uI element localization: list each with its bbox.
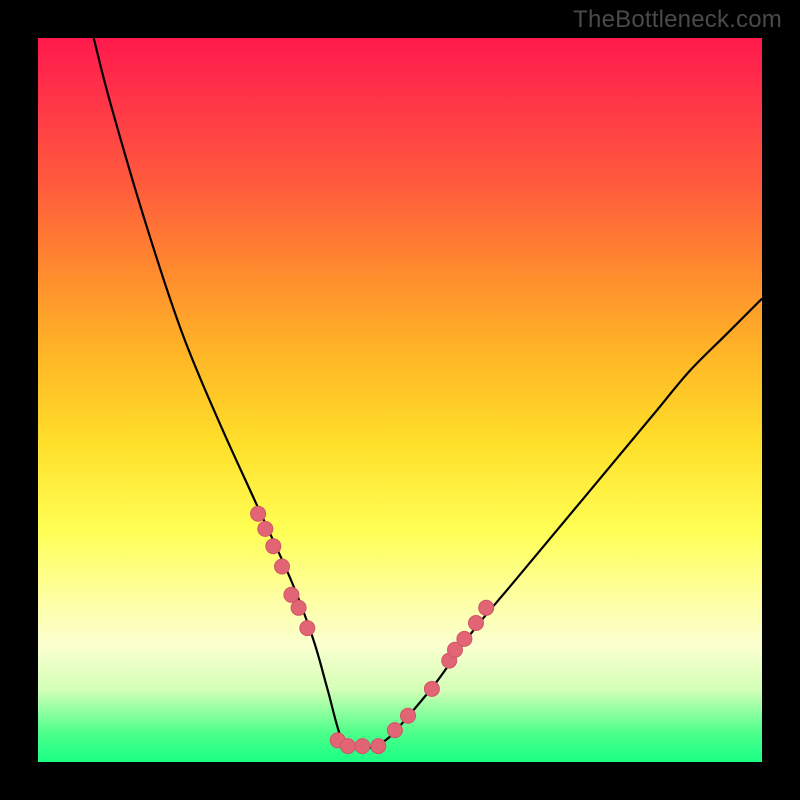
data-marker [266, 539, 281, 554]
data-marker [275, 559, 290, 574]
data-marker [291, 600, 306, 615]
data-marker [284, 587, 299, 602]
watermark-text: TheBottleneck.com [573, 6, 782, 34]
bottleneck-curve [94, 38, 762, 748]
data-marker [371, 739, 386, 754]
data-marker [424, 681, 439, 696]
data-marker [469, 616, 484, 631]
data-marker [387, 723, 402, 738]
data-marker [251, 506, 266, 521]
data-marker [340, 739, 355, 754]
data-marker [448, 642, 463, 657]
data-marker [457, 631, 472, 646]
data-marker [330, 733, 345, 748]
plot-area [38, 38, 762, 762]
data-marker [258, 521, 273, 536]
chart-overlay [38, 38, 762, 762]
data-marker [401, 708, 416, 723]
chart-frame: TheBottleneck.com [0, 0, 800, 800]
markers-group [251, 506, 494, 753]
data-marker [355, 739, 370, 754]
data-marker [479, 600, 494, 615]
data-marker [300, 621, 315, 636]
data-marker [442, 653, 457, 668]
